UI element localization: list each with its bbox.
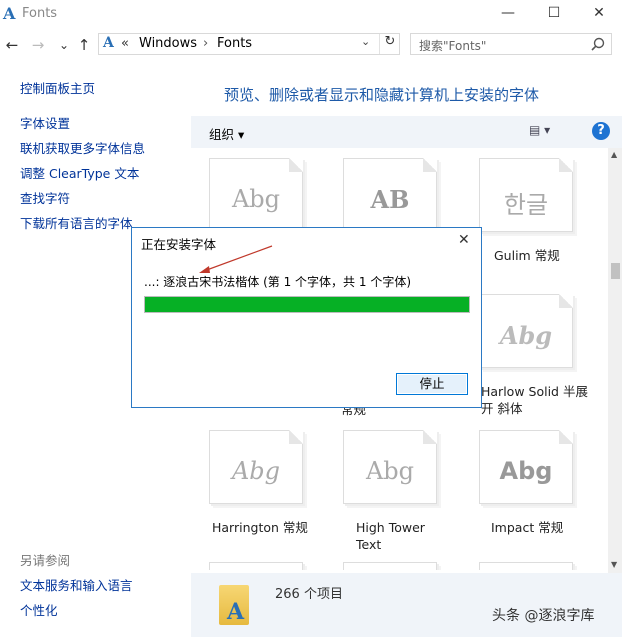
item-count: 266 个项目 [275,587,343,602]
window-title: Fonts [22,6,58,21]
find-character-link[interactable]: 查找字符 [20,188,70,207]
command-bar: 组织 ▾ ▤ ▾ ? [191,116,622,148]
font-tile-impact[interactable]: Abg [479,430,575,510]
font-tile[interactable] [343,562,439,570]
font-sample: 한글 [503,191,549,219]
font-preview: Abg [479,294,573,368]
font-label: Harlow Solid 半展开 斜体 [481,384,588,416]
address-dropdown-icon[interactable]: ⌄ [361,35,370,48]
font-tile-high-tower[interactable]: Abg [343,430,439,510]
scroll-down-icon[interactable]: ▼ [611,560,617,569]
font-tile[interactable]: Abg [209,158,305,238]
close-button[interactable]: ✕ [576,0,622,28]
font-sample: Abg [499,457,553,485]
recent-locations-icon[interactable]: ⌄ [54,36,74,56]
font-sample: Abg [231,185,281,213]
breadcrumb-windows[interactable]: Windows [139,36,197,51]
page-heading: 预览、删除或者显示和隐藏计算机上安装的字体 [224,86,540,104]
control-panel-home-link[interactable]: 控制面板主页 [20,78,95,97]
font-tile[interactable]: AB [343,158,439,238]
font-tile-gulim[interactable]: 한글 [479,158,575,238]
annotation-arrow-icon [199,245,273,273]
font-tile[interactable] [479,562,575,570]
breadcrumb-separator: › [203,36,209,51]
see-also-heading: 另请参阅 [20,553,71,568]
scroll-up-icon[interactable]: ▲ [611,150,617,159]
font-preview: Abg [209,158,303,232]
forward-icon[interactable]: → [28,36,48,56]
breadcrumb-prefix[interactable]: « [121,36,129,51]
font-sample: Abg [231,457,281,485]
dialog-close-icon[interactable]: ✕ [458,232,470,248]
organize-menu[interactable]: 组织 ▾ [209,124,244,143]
minimize-button[interactable]: — [485,0,531,28]
watermark: 头条 @逐浪字库 [492,608,595,624]
font-sample: Abg [499,321,553,350]
text-services-link[interactable]: 文本服务和输入语言 [20,575,133,594]
fonts-location-icon: A [103,35,114,51]
font-label: High Tower Text [356,520,425,552]
font-preview: AB [343,158,437,232]
font-tile-harrington[interactable]: Abg [209,430,305,510]
get-font-info-link[interactable]: 联机获取更多字体信息 [20,138,145,157]
font-sample: AB [370,185,410,214]
vertical-scrollbar[interactable]: ▲ ▼ [608,148,622,573]
font-preview: 한글 [479,158,573,232]
font-preview [209,562,303,570]
font-label: Harrington 常规 [212,520,308,535]
help-icon[interactable]: ? [592,122,610,140]
personalization-link[interactable]: 个性化 [20,600,58,619]
up-icon[interactable]: ↑ [74,36,94,56]
download-fonts-link[interactable]: 下载所有语言的字体 [20,213,133,232]
font-sample: Abg [365,457,415,485]
font-label: Gulim 常规 [494,248,560,263]
title-bar: A Fonts — ☐ ✕ [0,0,622,30]
installing-fonts-dialog: 正在安装字体 ✕ ...: 逐浪古宋书法楷体 (第 1 个字体，共 1 个字体)… [131,227,482,408]
font-settings-link[interactable]: 字体设置 [20,113,70,132]
refresh-icon[interactable]: ↻ [379,34,400,54]
fonts-folder-icon: A [219,585,249,625]
font-preview: Abg [209,430,303,504]
search-placeholder: 搜索"Fonts" [419,39,487,53]
font-preview [479,562,573,570]
font-preview: Abg [343,430,437,504]
cleartype-link[interactable]: 调整 ClearType 文本 [20,163,139,182]
font-tile-harlow[interactable]: Abg [479,294,575,374]
font-label: Impact 常规 [491,520,564,535]
stop-button[interactable]: 停止 [396,373,468,395]
install-progress-bar [144,296,470,313]
fonts-folder-icon: A [3,4,16,23]
address-bar[interactable]: A « Windows › Fonts ⌄ ↻ [98,33,400,55]
back-icon[interactable]: ← [2,36,22,56]
font-preview [343,562,437,570]
font-preview: Abg [479,430,573,504]
scroll-thumb[interactable] [611,263,620,279]
breadcrumb-fonts[interactable]: Fonts [217,36,252,51]
search-icon[interactable] [591,37,605,51]
search-input[interactable]: 搜索"Fonts" [410,33,612,55]
progress-fill [145,297,469,312]
maximize-button[interactable]: ☐ [531,0,577,28]
view-options-icon[interactable]: ▤ ▾ [529,123,550,137]
install-status-text: ...: 逐浪古宋书法楷体 (第 1 个字体，共 1 个字体) [144,275,412,289]
font-tile[interactable] [209,562,305,570]
